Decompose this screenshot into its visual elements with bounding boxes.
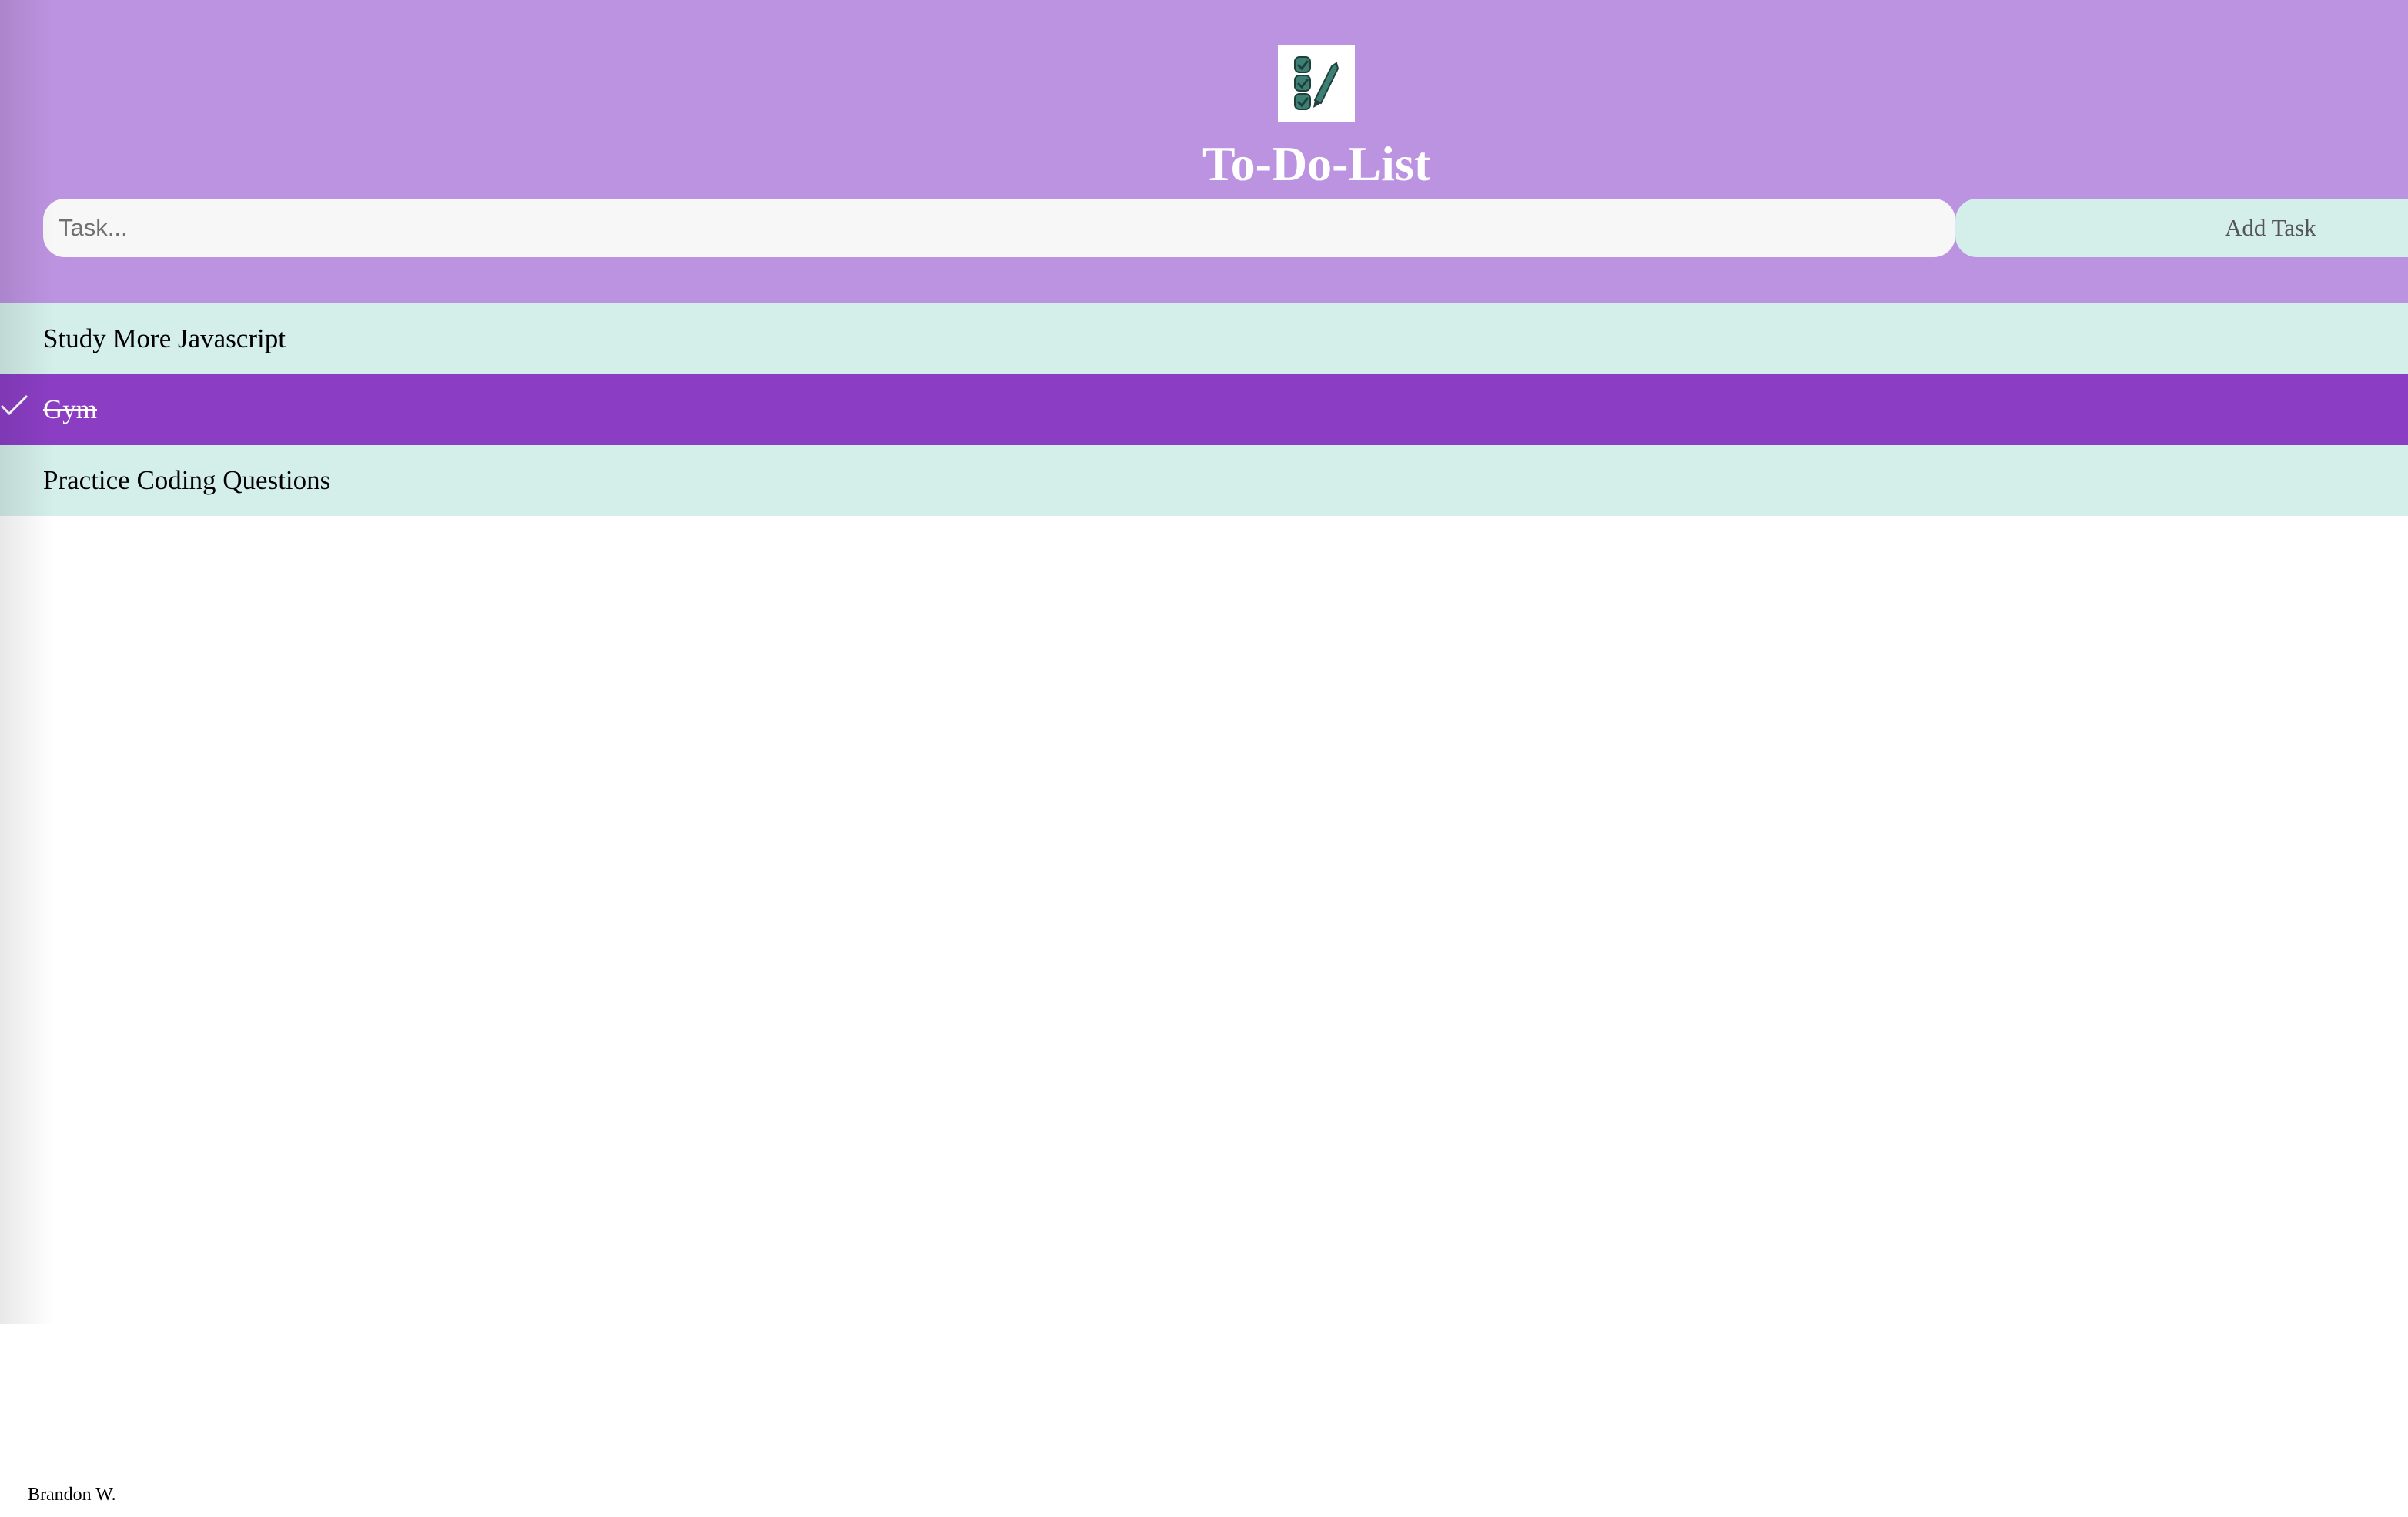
page-title: To-Do-List: [1202, 136, 1431, 191]
task-label: Practice Coding Questions: [43, 465, 331, 495]
footer-author: Brandon W.: [28, 1485, 116, 1505]
add-task-button-label: Add Task: [2225, 214, 2316, 241]
checklist-pen-icon: [1278, 45, 1355, 122]
app-header: To-Do-List Add Task: [0, 0, 2408, 303]
task-item[interactable]: Study More Javascript: [0, 303, 2408, 374]
task-list: Study More Javascript Gym Practice Codin…: [0, 303, 2408, 516]
task-label: Study More Javascript: [43, 323, 286, 353]
task-item[interactable]: Practice Coding Questions: [0, 445, 2408, 516]
task-input[interactable]: [43, 199, 1955, 257]
task-item-checked[interactable]: Gym: [0, 374, 2408, 445]
add-task-button[interactable]: Add Task: [1955, 199, 2408, 257]
checkmark-icon: [0, 394, 29, 419]
task-label: Gym: [43, 394, 97, 424]
